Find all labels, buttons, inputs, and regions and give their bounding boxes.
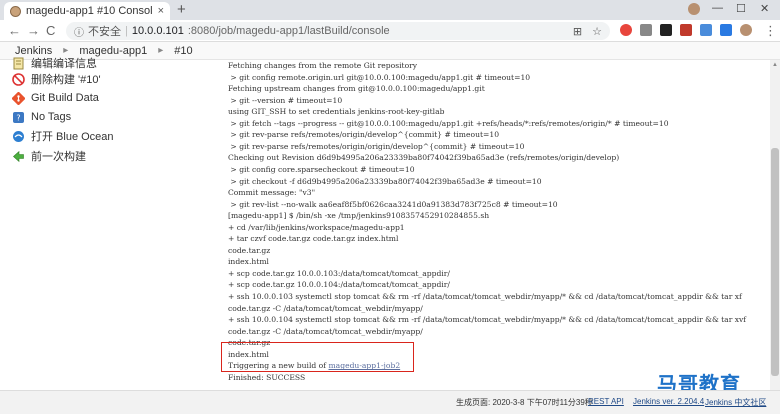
url-host: 10.0.0.101 [131, 25, 184, 37]
console-line: > git config core.sparsecheckout # timeo… [228, 164, 415, 174]
extension-icon-5[interactable] [700, 24, 712, 36]
page-generated-time: 生成页面: 2020-3-8 下午07时11分39秒 [456, 398, 593, 407]
info-icon[interactable]: ⓘ [74, 24, 84, 39]
rest-api-link[interactable]: REST API [588, 397, 624, 406]
console-line: Checking out Revision d6d9b4995a206a2333… [228, 153, 620, 163]
tag-icon: ? [12, 111, 25, 124]
console-line: + scp code.tar.gz 10.0.0.103:/data/tomca… [228, 268, 450, 278]
reload-button[interactable]: C [46, 22, 55, 40]
translate-extension-icon[interactable] [720, 24, 732, 36]
jenkins-favicon-icon [10, 5, 21, 17]
sidebar-item-label: 删除构建 '#10' [31, 74, 101, 86]
notepad-icon [12, 57, 25, 70]
page-footer: 生成页面: 2020-3-8 下午07时11分39秒 REST API Jenk… [0, 390, 780, 414]
console-line: + cd /var/lib/jenkins/workspace/magedu-a… [228, 222, 405, 232]
console-line: > git checkout -f d6d9b4995a206a23339ba8… [228, 176, 542, 186]
console-line: > git rev-list --no-walk aa6eaf8f5bf0626… [228, 199, 558, 209]
new-tab-button[interactable]: + [177, 2, 186, 18]
sidebar-item-label: 打开 Blue Ocean [31, 131, 114, 143]
console-output: Fetching changes from the remote Git rep… [226, 60, 766, 390]
git-icon [12, 91, 25, 105]
address-separator: | [125, 25, 128, 37]
browser-tab[interactable]: magedu-app1 #10 Console [Je × [4, 2, 170, 20]
forward-button[interactable]: → [27, 22, 40, 40]
console-line: > git rev-parse refs/remotes/origin/deve… [228, 130, 500, 140]
url-path: :8080/job/magedu-app1/lastBuild/console [187, 25, 390, 37]
console-line: > git rev-parse refs/remotes/origin/orig… [228, 141, 525, 151]
sidebar-item-git-build-data[interactable]: Git Build Data [12, 89, 99, 107]
console-line: Fetching changes from the remote Git rep… [228, 61, 418, 70]
extension-icon-3[interactable] [660, 24, 672, 36]
breadcrumb-build[interactable]: #10 [171, 45, 195, 57]
pdf-extension-icon[interactable] [680, 24, 692, 36]
console-line: using GIT_SSH to set credentials jenkins… [228, 107, 445, 117]
extension-icon-1[interactable] [620, 24, 632, 36]
sidebar-item-label: 编辑编译信息 [31, 58, 97, 70]
sidebar-item-previous-build[interactable]: 前一次构建 [12, 147, 86, 165]
console-line: > git fetch --tags --progress -- git@10.… [228, 118, 669, 128]
tab-close-icon[interactable]: × [158, 5, 164, 17]
highlight-box [221, 342, 414, 372]
svg-text:?: ? [16, 113, 20, 122]
maximize-button[interactable]: ☐ [736, 2, 746, 15]
page-scrollbar[interactable]: ▲ [770, 60, 780, 390]
close-window-button[interactable]: ✕ [760, 2, 769, 15]
breadcrumb: Jenkins ▸ magedu-app1 ▸ #10 [0, 42, 780, 60]
profile-avatar[interactable] [688, 3, 700, 15]
tab-title: magedu-app1 #10 Console [Je [26, 5, 153, 17]
jenkins-community-link[interactable]: Jenkins 中文社区 [705, 397, 766, 408]
sidebar-item-no-tags[interactable]: ? No Tags [12, 108, 71, 126]
extension-icon-2[interactable] [640, 24, 652, 36]
console-line: index.html [228, 257, 269, 267]
sidebar-item-blue-ocean[interactable]: 打开 Blue Ocean [12, 127, 114, 145]
breadcrumb-separator-icon: ▸ [158, 45, 164, 56]
address-bar[interactable]: ⓘ 不安全 | 10.0.0.101:8080/job/magedu-app1/… [66, 22, 610, 40]
sidebar-item-label: No Tags [31, 111, 72, 123]
console-line: + tar czvf code.tar.gz code.tar.gz index… [228, 234, 399, 244]
no-entry-icon [12, 72, 25, 86]
console-line: > git --version # timeout=10 [228, 95, 343, 105]
console-line: + ssh 10.0.0.104 systemctl stop tomcat &… [228, 315, 747, 325]
sidebar-item-label: Git Build Data [31, 92, 99, 104]
back-button[interactable]: ← [8, 22, 21, 40]
browser-menu-icon[interactable]: ⋮ [764, 22, 777, 40]
scroll-up-icon[interactable]: ▲ [772, 62, 778, 68]
console-line: code.tar.gz -C /data/tomcat/tomcat_webdi… [228, 303, 423, 313]
console-line: code.tar.gz [228, 245, 271, 255]
console-line: code.tar.gz -C /data/tomcat/tomcat_webdi… [228, 326, 423, 336]
minimize-button[interactable]: — [712, 2, 723, 14]
side-panel: 编辑编译信息 删除构建 '#10' Git Build Data ? No Ta… [0, 57, 205, 390]
account-avatar[interactable] [740, 24, 752, 36]
sidebar-item-delete-build[interactable]: 删除构建 '#10' [12, 70, 101, 88]
console-finished-line: Finished: SUCCESS [228, 372, 306, 382]
console-line: [magedu-app1] $ /bin/sh -xe /tmp/jenkins… [228, 211, 490, 221]
console-line: Fetching upstream changes from git@10.0.… [228, 84, 485, 94]
bookmark-star-icon[interactable]: ☆ [592, 25, 602, 38]
sidebar-item-label: 前一次构建 [31, 151, 86, 163]
jenkins-version-link[interactable]: Jenkins ver. 2.204.4 [633, 397, 704, 406]
console-line: + scp code.tar.gz 10.0.0.104:/data/tomca… [228, 280, 450, 290]
console-line: Commit message: "v3" [228, 188, 316, 198]
blue-ocean-icon [12, 130, 25, 143]
console-line: > git config remote.origin.url git@10.0.… [228, 72, 531, 82]
insecure-label: 不安全 [88, 26, 121, 38]
scroll-thumb[interactable] [771, 148, 779, 376]
arrow-left-icon [12, 150, 25, 163]
browser-toolbar: ← → C ⓘ 不安全 | 10.0.0.101:8080/job/magedu… [0, 20, 780, 42]
browser-tabstrip: magedu-app1 #10 Console [Je × + — ☐ ✕ [0, 0, 780, 20]
translate-icon[interactable]: ⊞ [573, 25, 582, 38]
address-actions: ⊞ ☆ [573, 25, 602, 38]
console-line: + ssh 10.0.0.103 systemctl stop tomcat &… [228, 292, 742, 301]
